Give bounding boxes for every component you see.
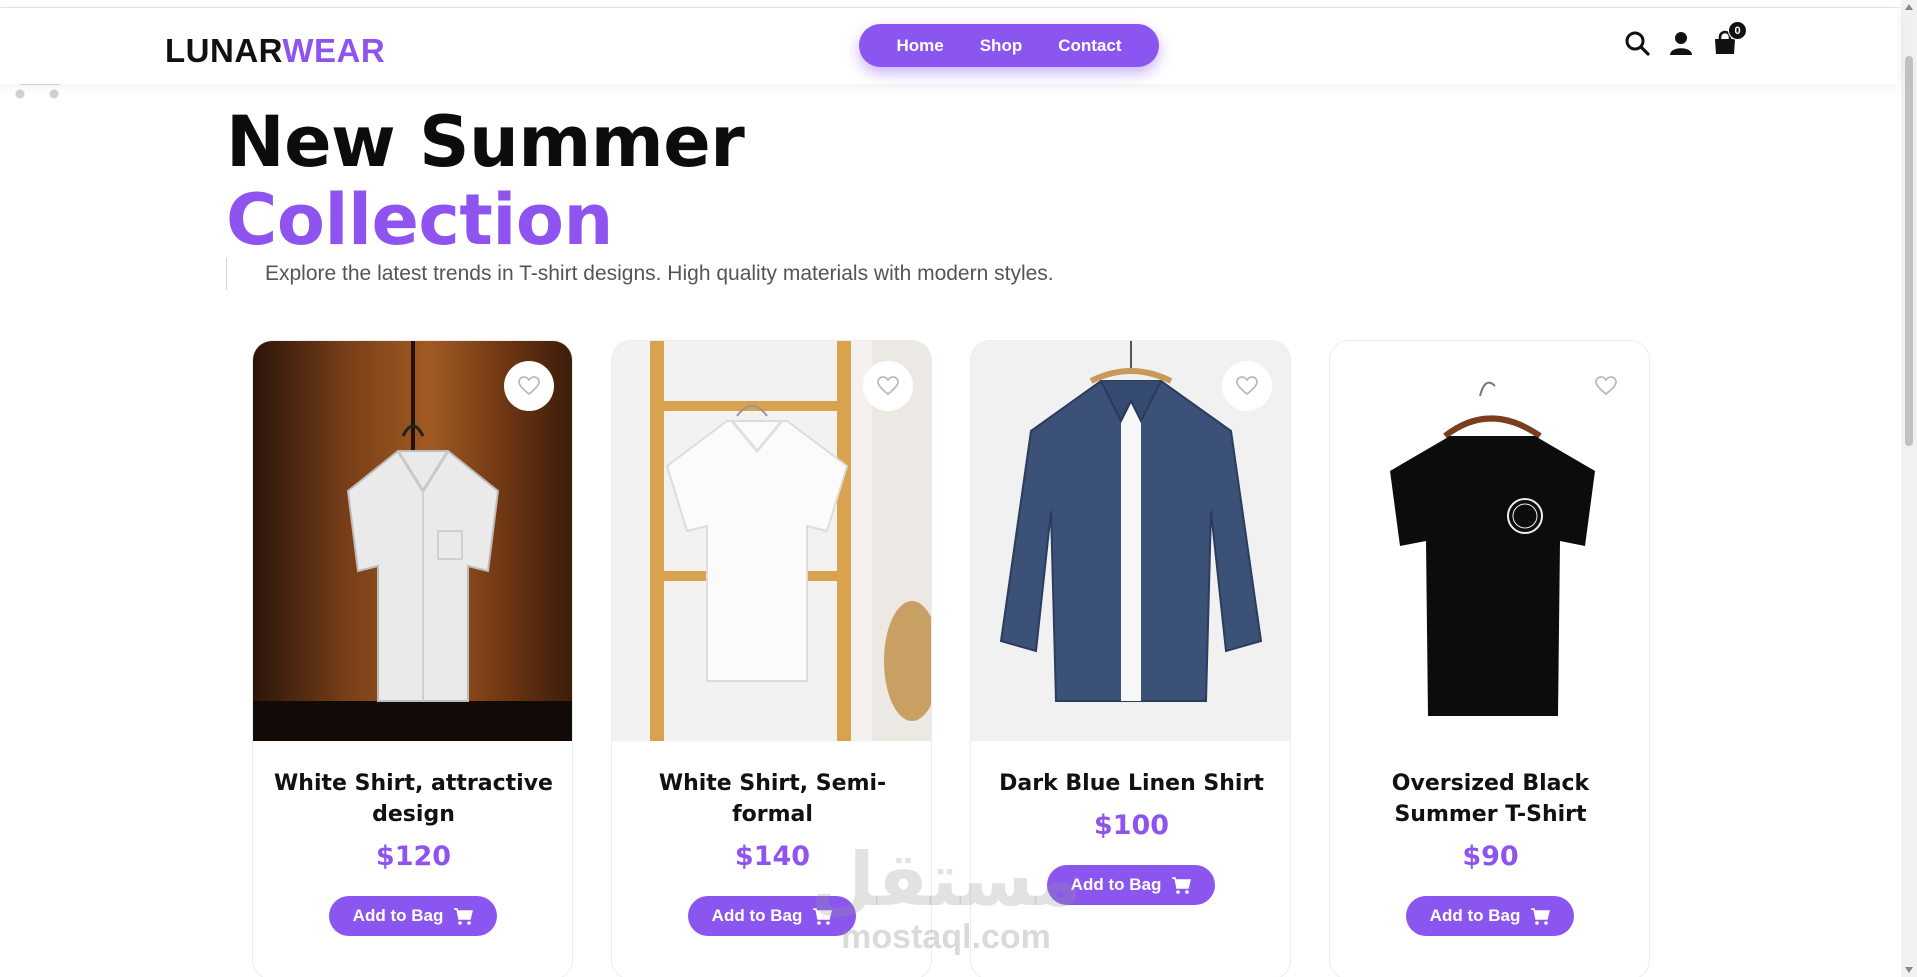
search-icon[interactable] [1624, 30, 1650, 56]
favorite-button[interactable] [504, 361, 554, 411]
nav-shop-link[interactable]: Shop [980, 36, 1023, 56]
add-to-bag-label: Add to Bag [1429, 906, 1521, 925]
heart-icon [877, 376, 899, 396]
product-card[interactable]: White Shirt, attractive design $120 Add … [252, 340, 573, 977]
product-name[interactable]: White Shirt, Semi-formal [622, 768, 923, 830]
hero-title-line2: Collection [226, 179, 613, 261]
add-to-bag-label: Add to Bag [1070, 875, 1162, 894]
scroll-thumb[interactable] [1905, 56, 1913, 446]
product-price: $120 [375, 841, 452, 872]
product-price: $90 [1462, 841, 1519, 872]
header-icons: 0 [1624, 21, 1747, 56]
product-price: $100 [1093, 810, 1170, 841]
heart-icon [1595, 376, 1617, 396]
brand-name-part1: LUNAR [165, 32, 283, 69]
cart-icon [1531, 908, 1551, 925]
add-to-bag-label: Add to Bag [352, 906, 444, 925]
scroll-up-arrow[interactable] [1905, 4, 1913, 10]
nav-home-link[interactable]: Home [896, 36, 943, 56]
add-to-bag-button[interactable]: Add to Bag [1406, 896, 1574, 936]
page-scrollbar[interactable] [1901, 0, 1917, 977]
cart-count-badge: 0 [1728, 21, 1747, 40]
hero-title-line1: New Summer [226, 101, 745, 183]
heart-icon [518, 376, 540, 396]
heart-icon [1236, 376, 1258, 396]
cart-icon [1172, 877, 1192, 894]
nav-contact-link[interactable]: Contact [1058, 36, 1121, 56]
brand-logo[interactable]: LUNARWEAR [165, 32, 385, 70]
browser-top-edge [0, 0, 1917, 8]
brand-name-part2: WEAR [282, 32, 386, 69]
favorite-button[interactable] [863, 361, 913, 411]
product-card[interactable]: White Shirt, Semi-formal $140 Add to Bag [611, 340, 932, 977]
product-name[interactable]: Oversized Black Summer T-Shirt [1340, 768, 1641, 830]
favorite-button[interactable] [1222, 361, 1272, 411]
shopping-bag-icon[interactable]: 0 [1712, 21, 1747, 56]
add-to-bag-button[interactable]: Add to Bag [688, 896, 856, 936]
main-nav: Home Shop Contact [859, 24, 1159, 67]
cart-icon [813, 908, 833, 925]
favorite-button[interactable] [1581, 361, 1631, 411]
product-card[interactable]: Dark Blue Linen Shirt $100 Add to Bag [970, 340, 1291, 977]
product-name[interactable]: Dark Blue Linen Shirt [981, 768, 1282, 799]
site-header: LUNARWEAR Home Shop Contact 0 [0, 8, 1898, 84]
add-to-bag-button[interactable]: Add to Bag [1047, 865, 1215, 905]
product-price: $140 [734, 841, 811, 872]
hero-subtitle: Explore the latest trends in T-shirt des… [226, 258, 1054, 290]
add-to-bag-button[interactable]: Add to Bag [329, 896, 497, 936]
product-name[interactable]: White Shirt, attractive design [263, 768, 564, 830]
user-icon[interactable] [1668, 30, 1694, 56]
add-to-bag-label: Add to Bag [711, 906, 803, 925]
hero-title: New Summer Collection [226, 101, 745, 261]
product-card[interactable]: Oversized Black Summer T-Shirt $90 Add t… [1329, 340, 1650, 977]
decorative-shape [14, 82, 62, 100]
scroll-down-arrow[interactable] [1905, 967, 1913, 973]
cart-icon [454, 908, 474, 925]
